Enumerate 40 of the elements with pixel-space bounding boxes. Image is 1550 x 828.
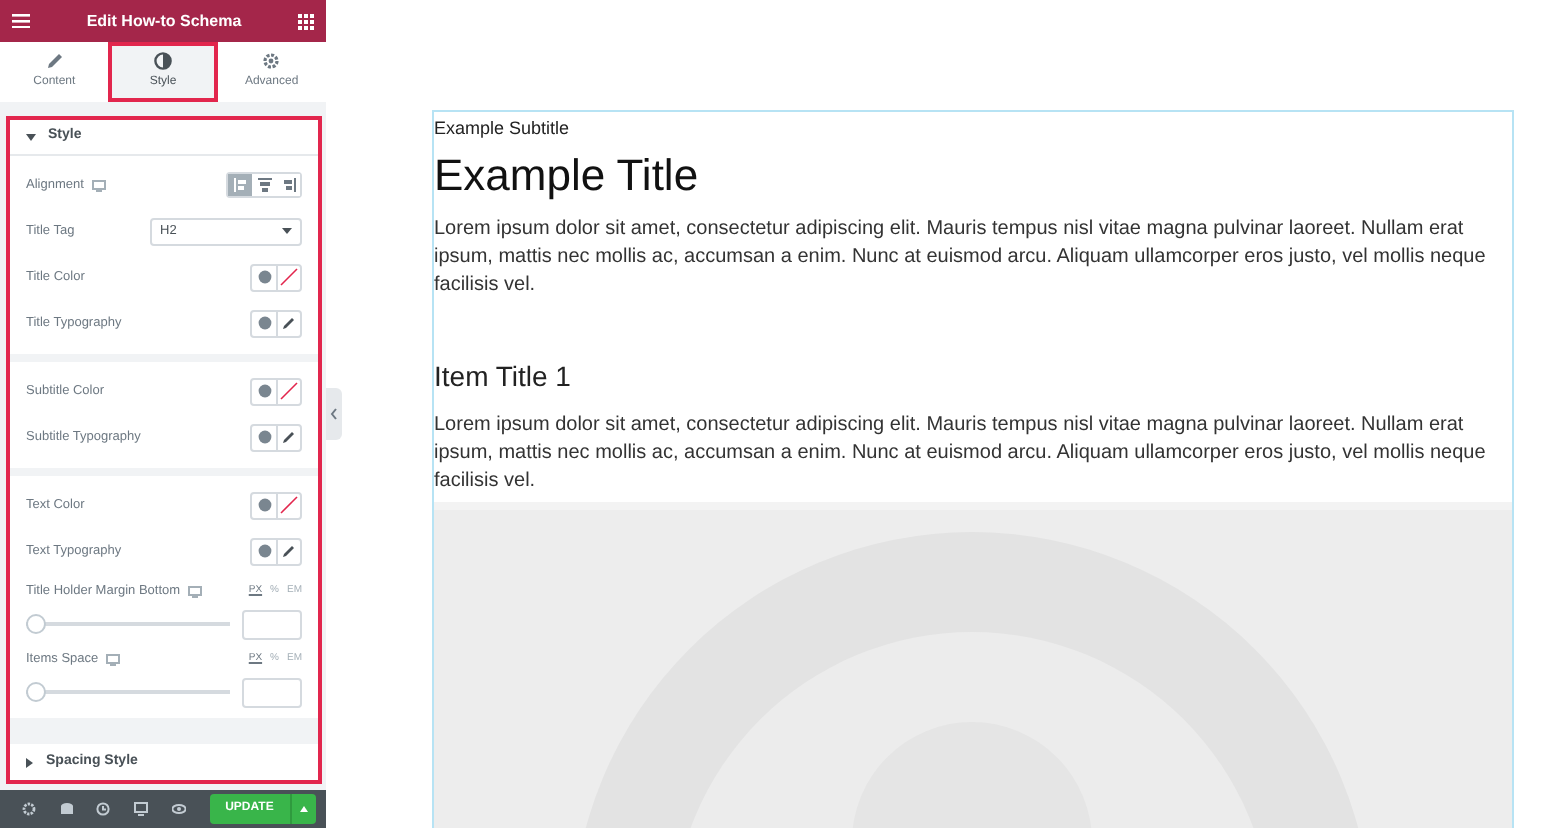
desktop-icon[interactable]	[188, 586, 203, 598]
chevron-left-icon	[330, 408, 338, 420]
color-swatch-icon[interactable]	[280, 268, 298, 286]
panel-title: Edit How-to Schema	[86, 9, 242, 33]
settings-icon	[262, 52, 281, 70]
color-swatch-icon[interactable]	[280, 496, 298, 514]
align-option[interactable]	[228, 174, 252, 196]
contrast-icon	[153, 52, 172, 70]
slider-thumb[interactable]	[26, 682, 46, 702]
history-icon[interactable]	[96, 802, 111, 816]
caret-down-icon	[282, 228, 292, 234]
color-swatch-icon[interactable]	[280, 382, 298, 400]
slider-thumb[interactable]	[26, 614, 46, 634]
align-option[interactable]	[252, 174, 276, 196]
align-center-icon	[257, 178, 271, 192]
pencil-icon[interactable]	[282, 316, 296, 330]
align-left-icon	[233, 178, 247, 192]
collapse-panel-button[interactable]	[326, 388, 342, 440]
caret-down-icon	[26, 133, 36, 141]
align-right-icon	[281, 178, 295, 192]
caret-right-icon	[26, 757, 34, 767]
apps-grid-icon[interactable]	[298, 13, 314, 29]
pencil-icon	[45, 52, 64, 70]
subtitle: Example Subtitle	[434, 116, 572, 142]
update-options-button[interactable]	[289, 794, 317, 824]
paragraph: Lorem ipsum dolor sit amet, consectetur adipiscing elit. Mauris tempus nisl vitae magna pulvinar laoreet. Nullam erat ipsum, mattis nec mollis ac, accumsan a enim. Nunc at euismod arcu. Aliquam ullamcorper eros justo, vel mollis neque facilisis vel.	[434, 411, 1488, 496]
eye-icon[interactable]	[171, 802, 186, 816]
desktop-icon[interactable]	[106, 654, 121, 666]
pencil-icon[interactable]	[282, 430, 296, 444]
menu-icon[interactable]	[12, 14, 30, 28]
number-field[interactable]	[242, 609, 302, 639]
settings-icon[interactable]	[21, 802, 36, 816]
caret-up-icon	[299, 806, 308, 812]
title: Example Title	[434, 149, 701, 202]
item-title: Item Title 1	[434, 359, 573, 394]
pencil-icon[interactable]	[282, 544, 296, 558]
desktop-icon[interactable]	[91, 179, 106, 191]
paragraph: Lorem ipsum dolor sit amet, consectetur adipiscing elit. Mauris tempus nisl vitae magna pulvinar laoreet. Nullam erat ipsum, mattis nec mollis ac, accumsan a enim. Nunc at euismod arcu. Aliquam ullamcorper eros justo, vel mollis neque facilisis vel.	[434, 215, 1488, 300]
desktop-icon[interactable]	[134, 802, 149, 816]
number-field[interactable]	[242, 677, 302, 707]
